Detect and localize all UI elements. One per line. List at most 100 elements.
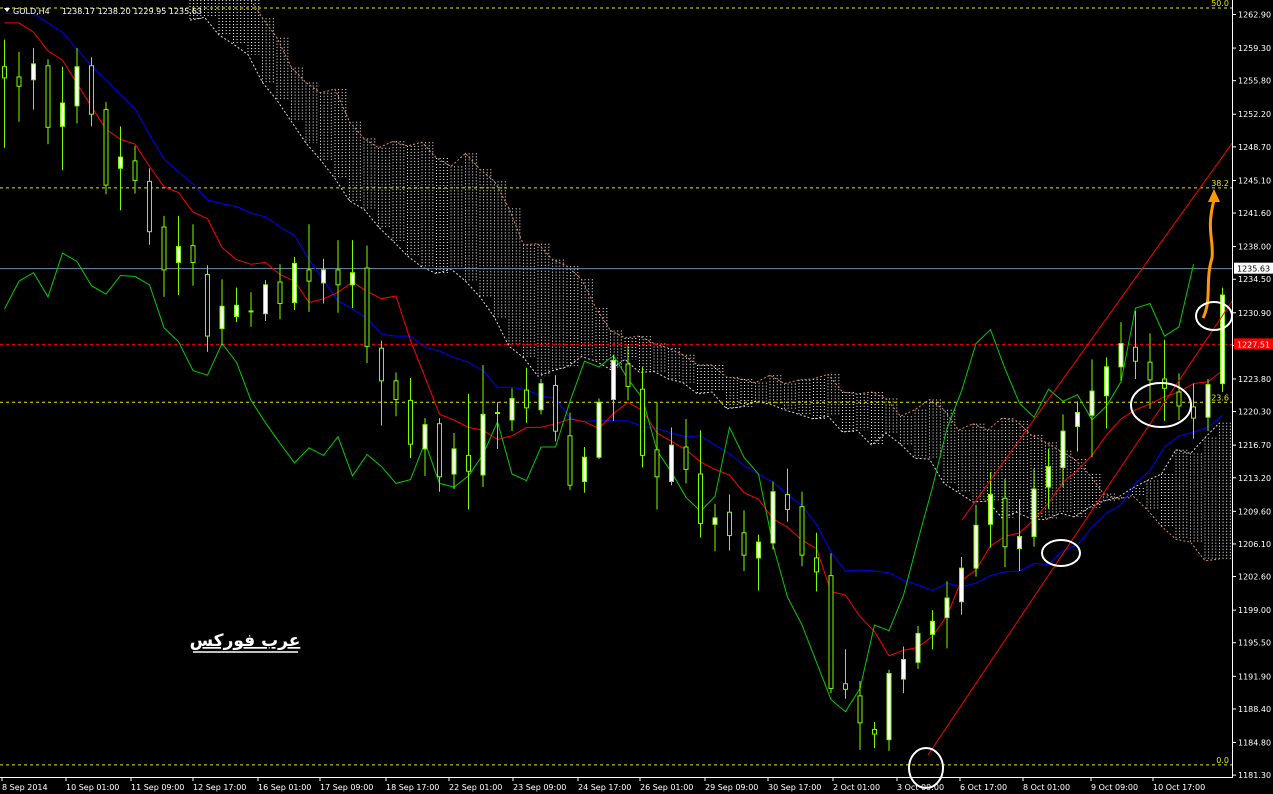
candle-body — [205, 274, 210, 337]
candle-body — [843, 683, 848, 690]
price-tick-label: 1209.60 — [1238, 507, 1271, 516]
time-tick-label: 10 Sep 01:00 — [66, 783, 119, 792]
time-tick-label: 22 Sep 01:00 — [449, 783, 502, 792]
candle-body — [451, 448, 457, 475]
candle-body — [321, 269, 326, 284]
candle-body — [582, 456, 587, 482]
candle-body — [1220, 294, 1225, 385]
candle-body — [422, 424, 428, 450]
price-tick-label: 1238.00 — [1238, 243, 1271, 252]
candle-body — [553, 384, 558, 432]
time-tick-label: 8 Sep 2014 — [2, 783, 48, 792]
candle-body — [814, 557, 819, 573]
fibo-level-label: 0.0 — [1216, 756, 1229, 765]
price-tick-label: 1195.50 — [1238, 639, 1271, 648]
candle-body — [959, 567, 964, 603]
candle-body — [1017, 535, 1022, 550]
candle-body — [379, 347, 384, 382]
candle-body — [567, 435, 573, 486]
candle-body — [1046, 466, 1051, 488]
candle-body — [89, 65, 94, 115]
time-tick-label: 18 Sep 17:00 — [386, 783, 439, 792]
candle-body — [364, 267, 370, 347]
candle-body — [1104, 366, 1109, 397]
time-tick-label: 16 Sep 01:00 — [258, 783, 311, 792]
time-tick-label: 17 Sep 09:00 — [320, 783, 373, 792]
candle-body — [669, 444, 674, 482]
candle-body — [1031, 488, 1037, 537]
fibo-level-label: 23.6 — [1211, 393, 1229, 402]
candle-body — [219, 305, 225, 330]
price-tick-label: 1234.50 — [1238, 275, 1271, 284]
candle-body — [625, 363, 631, 387]
price-tick-label: 1206.10 — [1238, 540, 1271, 549]
candle-body — [1176, 391, 1182, 407]
candle-body — [524, 389, 529, 409]
ohlc-readout: 1238.17 1238.20 1229.95 1235.63 — [62, 7, 202, 16]
candle-body — [640, 388, 645, 456]
candle-body — [741, 532, 747, 556]
time-tick-label: 9 Oct 09:00 — [1091, 783, 1138, 792]
price-tick-label: 1216.70 — [1238, 441, 1271, 450]
price-tick-label: 1230.90 — [1238, 309, 1271, 318]
chart-background — [0, 0, 1273, 794]
candle-body — [901, 659, 906, 680]
time-tick-label: 11 Sep 09:00 — [131, 783, 184, 792]
price-tick-label: 1248.70 — [1238, 143, 1271, 152]
candle-body — [74, 66, 80, 107]
candle-body — [161, 226, 167, 271]
candle-body — [480, 413, 486, 476]
candle-body — [596, 401, 602, 458]
candle-body — [292, 262, 297, 304]
price-tick-label: 1184.80 — [1238, 738, 1271, 747]
price-tick-label: 1191.90 — [1238, 672, 1271, 681]
candle-body — [712, 517, 718, 525]
watermark-text: عرب فوركس — [190, 631, 301, 651]
candle-body — [1060, 430, 1066, 469]
time-tick-label: 6 Oct 17:00 — [960, 783, 1007, 792]
candle-body — [698, 473, 703, 524]
price-tick-label: 1202.60 — [1238, 573, 1271, 582]
time-tick-label: 8 Oct 01:00 — [1023, 783, 1070, 792]
candle-body — [466, 454, 471, 472]
price-tick-label: 1259.30 — [1238, 44, 1271, 53]
candle-body — [872, 728, 877, 735]
candle-body — [683, 446, 689, 470]
candle-body — [915, 632, 921, 663]
price-chart[interactable]: 38.2 23.6 0.0 50.0 1262.90 1259.30 1255.80 125… — [0, 0, 1273, 794]
candle-body — [408, 399, 413, 445]
time-tick-label: 23 Sep 09:00 — [513, 783, 566, 792]
price-tick-label: 1181.30 — [1238, 771, 1271, 780]
candle-body — [654, 449, 660, 478]
price-tick-label: 1188.40 — [1238, 705, 1271, 714]
candle-body — [770, 491, 776, 544]
time-tick-label: 12 Sep 17:00 — [193, 783, 246, 792]
candle-body — [538, 383, 544, 411]
candle-body — [335, 269, 341, 286]
price-tick-label: 1252.20 — [1238, 110, 1271, 119]
candle-body — [1089, 390, 1095, 416]
price-tick-label: 1245.10 — [1238, 176, 1271, 185]
time-tick-label: 26 Sep 01:00 — [640, 783, 693, 792]
price-tick-label: 1199.00 — [1238, 606, 1271, 615]
candle-body — [1205, 384, 1211, 418]
candle-body — [190, 245, 196, 263]
candle-body — [509, 398, 515, 421]
candle-body — [727, 511, 732, 537]
time-tick-label: 2 Oct 01:00 — [833, 783, 880, 792]
candle-body — [973, 524, 979, 569]
candle-body — [16, 76, 22, 87]
candle-body — [176, 246, 181, 263]
candle-body — [495, 412, 500, 415]
price-tick-label: 1241.60 — [1238, 209, 1271, 218]
candle-body — [248, 310, 254, 313]
candle-body — [611, 359, 616, 400]
candle-body — [31, 63, 36, 81]
candle-body — [988, 494, 993, 525]
time-tick-label: 3 Oct 09:00 — [897, 783, 944, 792]
candle-body — [756, 541, 761, 559]
candle-body — [393, 380, 399, 400]
candle-body — [60, 102, 65, 127]
symbol-label: GOLD,H4 — [13, 7, 50, 16]
time-tick-label: 10 Oct 17:00 — [1153, 783, 1205, 792]
